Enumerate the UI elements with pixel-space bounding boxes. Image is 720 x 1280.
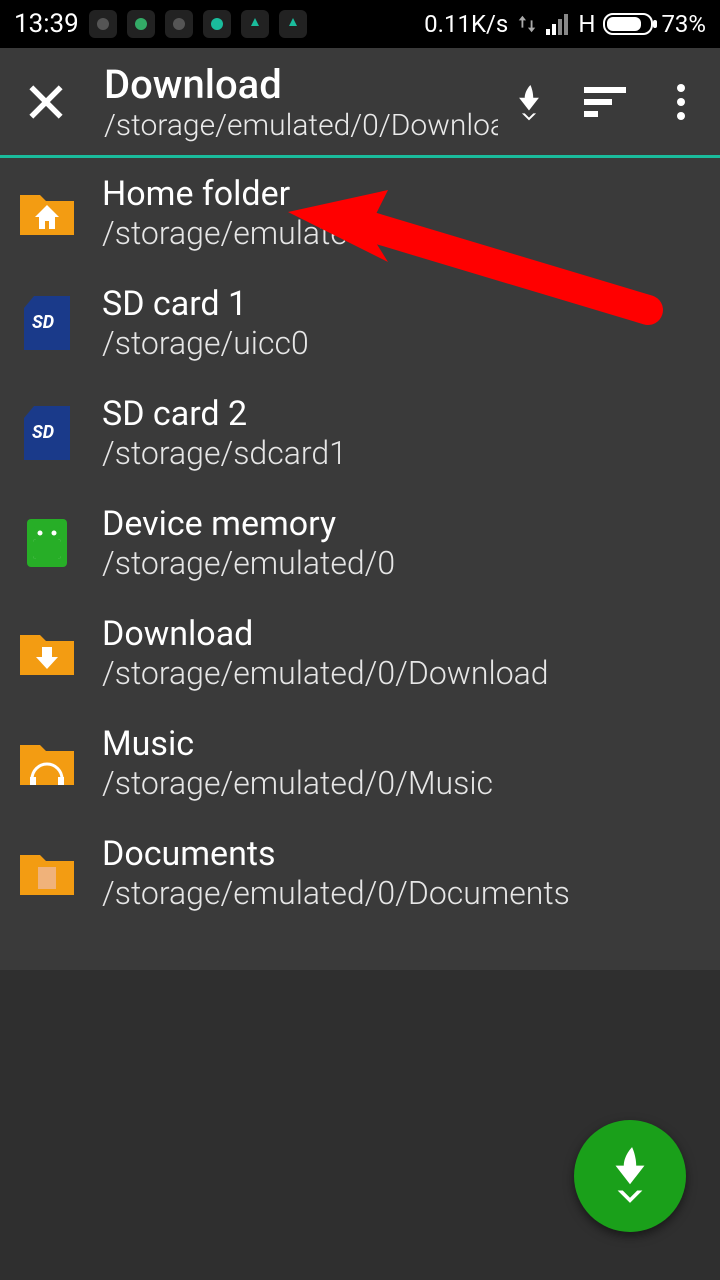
list-item-path: /storage/uicc0 — [102, 324, 702, 362]
signal-icon — [546, 13, 570, 35]
list-item-path: /storage/emulated/0 — [102, 214, 702, 252]
list-item-path: /storage/emulated/0/Documents — [102, 874, 702, 912]
list-item-music[interactable]: Music /storage/emulated/0/Music — [0, 708, 720, 818]
list-item-path: /storage/emulated/0/Music — [102, 764, 702, 802]
list-item-sdcard-1[interactable]: SD SD card 1 /storage/uicc0 — [0, 268, 720, 378]
status-network-speed: 0.11K/s — [424, 10, 508, 38]
sdcard-icon: SD — [18, 404, 76, 462]
more-vert-icon — [676, 83, 686, 121]
list-item-name: SD card 2 — [102, 394, 702, 434]
data-transfer-icon — [516, 13, 538, 35]
list-item-name: Home folder — [102, 174, 702, 214]
battery-icon — [603, 13, 653, 35]
notification-icon — [241, 10, 269, 38]
documents-folder-icon — [18, 844, 76, 902]
status-time: 13:39 — [14, 9, 79, 39]
download-icon — [605, 1145, 655, 1207]
status-network-type: H — [578, 10, 595, 38]
svg-text:SD: SD — [32, 422, 54, 443]
location-list: Home folder /storage/emulated/0 SD SD ca… — [0, 158, 720, 928]
status-battery-pct: 73% — [661, 10, 706, 38]
close-button[interactable] — [18, 74, 74, 130]
list-item-path: /storage/emulated/0 — [102, 544, 702, 582]
list-item-home-folder[interactable]: Home folder /storage/emulated/0 — [0, 158, 720, 268]
sdcard-icon: SD — [18, 294, 76, 352]
list-item-download[interactable]: Download /storage/emulated/0/Download — [0, 598, 720, 708]
android-icon — [18, 514, 76, 572]
list-item-name: Documents — [102, 834, 702, 874]
notification-icon — [89, 10, 117, 38]
app-bar: Download /storage/emulated/0/Download — [0, 48, 720, 158]
list-item-path: /storage/sdcard1 — [102, 434, 702, 472]
list-item-name: Music — [102, 724, 702, 764]
download-folder-icon — [18, 624, 76, 682]
download-icon — [512, 82, 546, 122]
music-folder-icon — [18, 734, 76, 792]
notification-icon — [279, 10, 307, 38]
fab-download-button[interactable] — [574, 1120, 686, 1232]
list-item-documents[interactable]: Documents /storage/emulated/0/Documents — [0, 818, 720, 928]
close-icon — [24, 80, 68, 124]
page-subtitle: /storage/emulated/0/Download — [104, 108, 498, 143]
notification-icon — [203, 10, 231, 38]
list-item-name: Download — [102, 614, 702, 654]
notification-icon — [127, 10, 155, 38]
status-bar: 13:39 0.11K/s H 73% — [0, 0, 720, 48]
notification-icon — [165, 10, 193, 38]
overflow-menu-button[interactable] — [660, 81, 702, 123]
svg-text:SD: SD — [32, 312, 54, 333]
download-button[interactable] — [508, 81, 550, 123]
list-item-device-memory[interactable]: Device memory /storage/emulated/0 — [0, 488, 720, 598]
sort-button[interactable] — [584, 81, 626, 123]
list-item-path: /storage/emulated/0/Download — [102, 654, 702, 692]
list-item-sdcard-2[interactable]: SD SD card 2 /storage/sdcard1 — [0, 378, 720, 488]
list-item-name: Device memory — [102, 504, 702, 544]
sort-icon — [584, 87, 626, 117]
page-title: Download — [104, 61, 498, 108]
list-item-name: SD card 1 — [102, 284, 702, 324]
home-folder-icon — [18, 184, 76, 242]
